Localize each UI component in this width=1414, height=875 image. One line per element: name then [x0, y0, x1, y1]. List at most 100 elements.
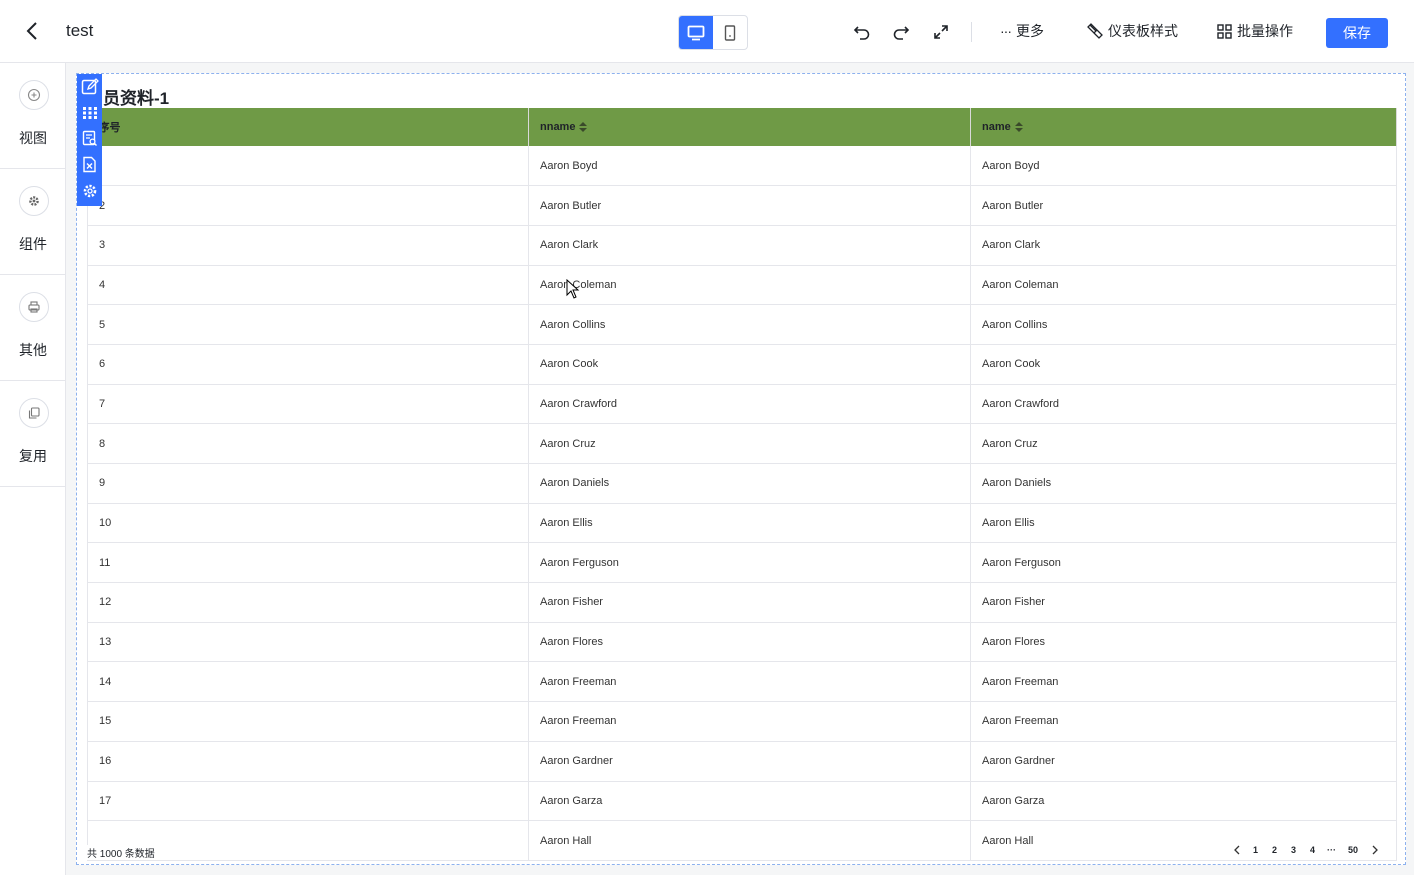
table-cell: Aaron Ellis [970, 503, 1397, 544]
copy-icon [19, 398, 49, 428]
back-button[interactable] [20, 18, 44, 44]
undo-button[interactable] [850, 20, 874, 44]
table-cell: Aaron Ferguson [528, 542, 971, 584]
table-row[interactable]: 10 Aaron Ellis Aaron Ellis [87, 503, 1397, 544]
table-row[interactable]: 4 Aaron Coleman Aaron Coleman [87, 265, 1397, 306]
table-cell: Aaron Butler [970, 185, 1397, 226]
table-cell: Aaron Butler [528, 185, 971, 226]
table-row[interactable]: 14 Aaron Freeman Aaron Freeman [87, 661, 1397, 703]
sidebar-item-label: 视图 [19, 130, 47, 146]
table-row[interactable]: Aaron Hall Aaron Hall [87, 820, 1397, 861]
table-cell: 2 [87, 185, 529, 226]
total-count: 共 1000 条数据 [87, 845, 159, 860]
table-row[interactable]: 2 Aaron Butler Aaron Butler [87, 185, 1397, 226]
table-row[interactable]: 9 Aaron Daniels Aaron Daniels [87, 463, 1397, 504]
layout-button[interactable] [80, 103, 99, 122]
column-header-index[interactable]: 序号 [87, 108, 529, 146]
table-row[interactable]: 8 Aaron Cruz Aaron Cruz [87, 423, 1397, 464]
brush-icon [1087, 23, 1103, 39]
table-cell: 11 [87, 542, 529, 584]
mobile-icon [724, 24, 736, 41]
ellipsis-icon: ··· [1000, 23, 1012, 39]
export-excel-button[interactable] [80, 155, 99, 174]
table-cell: Aaron Flores [970, 622, 1397, 663]
table-cell: Aaron Coleman [970, 265, 1397, 306]
table-cell: Aaron Daniels [528, 463, 971, 504]
page-title: test [66, 21, 94, 40]
table-cell: 3 [87, 225, 529, 266]
page-button[interactable]: 3 [1284, 840, 1303, 860]
table-row[interactable]: 11 Aaron Ferguson Aaron Ferguson [87, 542, 1397, 584]
sidebar-item-label: 组件 [19, 236, 47, 252]
more-button[interactable]: ··· 更多 [1000, 21, 1044, 41]
table-row[interactable]: 16 Aaron Gardner Aaron Gardner [87, 741, 1397, 782]
table-cell: 9 [87, 463, 529, 504]
table-cell: 5 [87, 304, 529, 345]
table-cell: 13 [87, 622, 529, 663]
table-cell: 15 [87, 701, 529, 742]
device-toggle [678, 15, 748, 50]
sidebar-item-label: 复用 [19, 448, 47, 464]
table-cell: Aaron Freeman [528, 661, 971, 703]
dots-grid-icon [82, 106, 97, 119]
undo-icon [853, 26, 870, 40]
page-button[interactable]: 50 [1341, 840, 1365, 860]
table-cell: 6 [87, 344, 529, 385]
table-cell: Aaron Hall [528, 820, 971, 861]
data-table: 序号 nname name Aaron Boyd Aaron Boyd 2 Aaron… [87, 108, 1397, 861]
query-button[interactable] [80, 129, 99, 148]
table-cell: Aaron Freeman [528, 701, 971, 742]
fullscreen-button[interactable] [929, 20, 953, 44]
dashboard-canvas: 员资料-1 序号 nname name Aaron Boyd Aaron Boyd… [66, 63, 1414, 875]
prev-page-button[interactable] [1227, 840, 1246, 860]
desktop-view-button[interactable] [679, 16, 713, 49]
batch-operation-button[interactable]: 批量操作 [1217, 21, 1293, 41]
table-cell: Aaron Clark [970, 225, 1397, 266]
pagination: 1 2 3 4 ··· 50 [1227, 840, 1384, 860]
sidebar-item-component[interactable]: 组件 [0, 169, 66, 275]
settings-button[interactable] [80, 181, 99, 200]
mobile-view-button[interactable] [713, 16, 747, 49]
edit-icon [81, 77, 99, 94]
dashboard-style-button[interactable]: 仪表板样式 [1087, 21, 1178, 41]
table-row[interactable]: 6 Aaron Cook Aaron Cook [87, 344, 1397, 385]
table-row[interactable]: 12 Aaron Fisher Aaron Fisher [87, 582, 1397, 623]
page-button[interactable]: 2 [1265, 840, 1284, 860]
table-row[interactable]: 17 Aaron Garza Aaron Garza [87, 781, 1397, 822]
page-button[interactable]: 1 [1246, 840, 1265, 860]
next-page-button[interactable] [1365, 840, 1384, 860]
column-header-nname[interactable]: nname [528, 108, 971, 146]
printer-icon [19, 292, 49, 322]
table-cell: Aaron Collins [970, 304, 1397, 345]
grid-icon [1217, 23, 1232, 39]
table-cell: Aaron Flores [528, 622, 971, 663]
widget-toolbar [77, 74, 102, 206]
toolbar-divider [971, 22, 972, 42]
table-widget[interactable]: 员资料-1 序号 nname name Aaron Boyd Aaron Boyd… [76, 73, 1406, 865]
table-row[interactable]: 15 Aaron Freeman Aaron Freeman [87, 701, 1397, 742]
page-button[interactable]: 4 [1303, 840, 1322, 860]
table-row[interactable]: Aaron Boyd Aaron Boyd [87, 146, 1397, 187]
table-cell: Aaron Freeman [970, 701, 1397, 742]
sort-icon[interactable] [579, 122, 588, 133]
column-header-name[interactable]: name [970, 108, 1397, 146]
table-cell: 16 [87, 741, 529, 782]
redo-button[interactable] [889, 20, 913, 44]
table-header-row: 序号 nname name [87, 108, 1397, 146]
page-ellipsis[interactable]: ··· [1322, 840, 1341, 860]
edit-button[interactable] [80, 77, 99, 96]
table-cell: Aaron Garza [970, 781, 1397, 822]
table-cell [87, 146, 529, 187]
table-cell: Aaron Daniels [970, 463, 1397, 504]
sidebar-item-reuse[interactable]: 复用 [0, 381, 66, 487]
save-button[interactable]: 保存 [1326, 18, 1388, 48]
table-cell: Aaron Gardner [970, 741, 1397, 782]
sidebar-item-other[interactable]: 其他 [0, 275, 66, 381]
table-row[interactable]: 13 Aaron Flores Aaron Flores [87, 622, 1397, 663]
table-row[interactable]: 3 Aaron Clark Aaron Clark [87, 225, 1397, 266]
table-row[interactable]: 7 Aaron Crawford Aaron Crawford [87, 384, 1397, 425]
sort-icon[interactable] [1014, 122, 1023, 133]
sidebar-item-view[interactable]: 视图 [0, 63, 66, 169]
table-cell: Aaron Fisher [970, 582, 1397, 623]
table-row[interactable]: 5 Aaron Collins Aaron Collins [87, 304, 1397, 345]
